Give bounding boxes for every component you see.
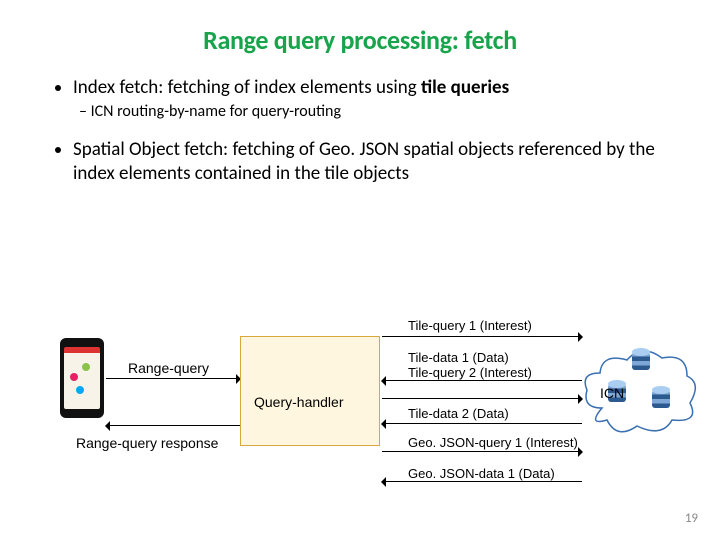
label-range-query-response: Range-query response	[76, 435, 218, 451]
diagram: Range-query Range-query response Query-h…	[0, 318, 720, 518]
bullet1-bold: tile queries	[421, 76, 509, 99]
msg-geojson-data-1: Geo. JSON-data 1 (Data)	[408, 466, 555, 481]
bullet-list: Index fetch: fetching of index elements …	[0, 56, 720, 185]
arrow-geojson-query-1	[382, 451, 582, 452]
arrow-range-query-response	[106, 425, 240, 426]
bullet-index-fetch: Index fetch: fetching of index elements …	[73, 76, 665, 122]
arrow-range-query	[106, 378, 240, 379]
label-query-handler: Query-handler	[254, 394, 344, 410]
database-icon	[652, 386, 670, 408]
label-icn: ICN	[600, 385, 624, 401]
bullet-spatial-object-fetch: Spatial Object fetch: fetching of Geo. J…	[73, 138, 665, 186]
arrow-tile-query-2	[382, 398, 582, 399]
database-icon	[632, 348, 650, 370]
msg-tile-query-1: Tile-query 1 (Interest)	[408, 318, 532, 333]
map-pin-icon	[82, 363, 90, 371]
arrow-tile-data-2	[382, 423, 582, 424]
arrow-tile-query-1	[382, 336, 582, 337]
bullet1-pre: Index fetch: fetching of index elements …	[73, 76, 421, 99]
query-handler-box	[240, 336, 380, 446]
bullet1-sub1: ICN routing-by-name for query-routing	[93, 102, 665, 122]
msg-tile-query-2: Tile-query 2 (Interest)	[408, 365, 532, 380]
arrow-geojson-data-1	[382, 481, 582, 482]
map-pin-icon	[76, 386, 84, 394]
slide-title: Range query processing: fetch	[0, 0, 720, 56]
map-pin-icon	[70, 373, 78, 381]
label-range-query: Range-query	[128, 360, 209, 376]
arrow-tile-data-1	[382, 380, 582, 381]
msg-tile-data-2: Tile-data 2 (Data)	[408, 406, 509, 421]
page-number: 19	[685, 511, 698, 526]
smartphone-icon	[60, 338, 104, 418]
msg-tile-data-1: Tile-data 1 (Data)	[408, 350, 509, 365]
msg-geojson-query-1: Geo. JSON-query 1 (Interest)	[408, 435, 578, 450]
